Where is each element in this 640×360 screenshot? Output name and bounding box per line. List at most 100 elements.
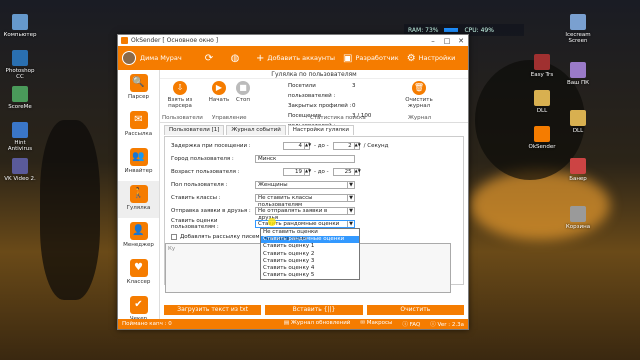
- main-panel: Гулялка по пользователям ⇩ Взять из парс…: [160, 70, 468, 319]
- desktop-icon[interactable]: Ваш ПК: [560, 62, 596, 86]
- spinner-arrows-icon[interactable]: ▲▼: [305, 141, 311, 150]
- spinner-arrows-icon[interactable]: ▲▼: [305, 167, 311, 176]
- desktop-icon-label: Ваш ПК: [567, 80, 589, 86]
- desktop-app-icon: [534, 90, 550, 106]
- add-accounts-label: Добавить аккаунты: [267, 54, 336, 62]
- dropdown-option[interactable]: Ставить оценку 2: [261, 251, 359, 258]
- age-to-spinner[interactable]: 25 ▲▼: [332, 167, 361, 176]
- dropdown-option[interactable]: Ставить оценку 4: [261, 265, 359, 272]
- tab[interactable]: Журнал событий: [226, 125, 286, 135]
- delay-to-spinner[interactable]: 2 ▲▼: [332, 141, 361, 150]
- desktop-icon[interactable]: DLL: [560, 110, 596, 134]
- macros-link[interactable]: ✉ Макросы: [360, 320, 392, 328]
- desktop-app-icon: [12, 122, 28, 138]
- dropdown-option[interactable]: Ставить оценку 1: [261, 243, 359, 250]
- desktop-icon[interactable]: Корзина: [560, 206, 596, 230]
- maximize-icon[interactable]: □: [440, 37, 454, 45]
- sidebar-item[interactable]: 👥 Инвайтер: [118, 144, 159, 181]
- clear-journal-label: Очистить журнал: [405, 97, 433, 109]
- stop-icon: ■: [236, 81, 250, 95]
- desktop-icon[interactable]: Icecream Screen: [560, 14, 596, 44]
- users-caption: Пользователи: [162, 115, 203, 121]
- desktop-icon[interactable]: ScoreMe: [2, 86, 38, 110]
- desktop-icon-label: OkSender: [528, 144, 556, 150]
- chevron-down-icon[interactable]: ▼: [347, 220, 354, 227]
- mailing-row: Добавлять рассылку писем пол: [171, 232, 272, 241]
- globe-icon[interactable]: ◍: [222, 53, 248, 64]
- desktop-icon[interactable]: VK Video 2.: [2, 158, 38, 182]
- settings-button[interactable]: ⚙ Настройки: [407, 53, 456, 64]
- clear-button[interactable]: Очистить: [366, 305, 464, 315]
- oksender-window: OkSender [ Основное окно ] – □ ✕ Дима Му…: [117, 34, 469, 330]
- delay-to-value[interactable]: 2: [332, 141, 355, 150]
- sidebar-item[interactable]: ✉ Рассылка: [118, 107, 159, 144]
- faq-link[interactable]: ⓘ FAQ: [402, 320, 420, 328]
- classes-select[interactable]: Не ставить классы пользователям ▼: [255, 193, 355, 208]
- minimize-icon[interactable]: –: [426, 37, 440, 45]
- desktop-app-icon: [12, 14, 28, 30]
- version-text: Ver : 2.3a: [437, 322, 464, 328]
- developer-button[interactable]: ▣ Разработчик: [343, 53, 399, 64]
- range-separator: - до -: [314, 168, 329, 175]
- age-from-value[interactable]: 19: [283, 167, 305, 176]
- refresh-icon[interactable]: ⟳: [196, 53, 222, 64]
- sidebar-item[interactable]: 🚶 Гулялка: [118, 181, 159, 218]
- desktop-icon[interactable]: Hint Antivirus: [2, 122, 38, 152]
- desktop-icon[interactable]: Easy Trs: [524, 54, 560, 78]
- desktop-icon[interactable]: OkSender: [524, 126, 560, 150]
- sidebar-icon: 👤: [129, 222, 148, 240]
- dropdown-option[interactable]: Не ставить оценки пользователям: [261, 229, 359, 242]
- user-profile[interactable]: Дима Мурач: [118, 51, 196, 65]
- plus-icon: +: [256, 52, 265, 64]
- take-from-parser-label: Взять из парсера: [167, 97, 193, 109]
- desktop-icon-label: Корзина: [565, 224, 591, 230]
- desktop-icon[interactable]: Банер: [560, 158, 596, 182]
- chevron-down-icon[interactable]: ▼: [347, 181, 354, 188]
- dropdown-option[interactable]: Ставить рандомные оценки: [261, 236, 359, 244]
- ram-bar: [444, 28, 459, 32]
- spinner-arrows-icon[interactable]: ▲▼: [354, 141, 361, 150]
- dropdown-option[interactable]: Ставить оценку 5: [261, 272, 359, 279]
- stop-button[interactable]: ■ Стоп: [232, 81, 254, 103]
- add-accounts-button[interactable]: + Добавить аккаунты: [256, 53, 335, 64]
- chevron-down-icon[interactable]: ▼: [347, 194, 354, 201]
- friends-label: Отправка заявки в друзья :: [171, 207, 251, 214]
- friends-select[interactable]: Не отправлять заявки в друзья ▼: [255, 206, 355, 221]
- tab[interactable]: Настройки гулялки: [287, 125, 354, 135]
- sidebar-item[interactable]: 🔍 Парсер: [118, 70, 159, 107]
- mailing-checkbox[interactable]: [171, 233, 177, 240]
- close-icon[interactable]: ✕: [454, 37, 468, 45]
- chevron-down-icon[interactable]: ▼: [347, 207, 354, 214]
- start-button[interactable]: ▶ Начать: [208, 81, 230, 103]
- desktop-icon-label: Photoshop CC: [5, 68, 35, 80]
- clear-journal-button[interactable]: 🗑 Очистить журнал: [404, 81, 434, 109]
- stats-caption: Статистика поиска: [310, 115, 366, 121]
- desktop-icon[interactable]: Photoshop CC: [2, 50, 38, 80]
- take-from-parser-button[interactable]: ⇩ Взять из парсера: [164, 81, 196, 109]
- tab[interactable]: Пользователи [1]: [164, 125, 225, 135]
- settings-label: Настройки: [418, 54, 456, 62]
- load-txt-button[interactable]: Загрузить текст из txt: [164, 305, 262, 315]
- city-input[interactable]: Минск: [255, 154, 355, 163]
- sidebar-item[interactable]: 👤 Менеджер: [118, 218, 159, 255]
- gear-icon: ⚙: [406, 52, 416, 64]
- dropdown-option[interactable]: Ставить оценку 3: [261, 258, 359, 265]
- desktop-app-icon: [570, 206, 586, 222]
- age-from-spinner[interactable]: 19 ▲▼: [283, 167, 311, 176]
- updates-link[interactable]: ▤ Журнал обновлений: [284, 320, 350, 328]
- status-bar: Поймано капч : 0 ▤ Журнал обновлений ✉ М…: [118, 319, 468, 329]
- desktop-icon[interactable]: Компьютер: [2, 14, 38, 38]
- delay-label: Задержка при посещении :: [171, 142, 251, 149]
- desktop-app-icon: [12, 158, 28, 174]
- desktop-icon-label: ScoreMe: [8, 104, 32, 110]
- insert-button[interactable]: Вставить {||}: [265, 305, 363, 315]
- sidebar-icon: ✉: [129, 111, 148, 129]
- spinner-arrows-icon[interactable]: ▲▼: [354, 167, 361, 176]
- age-to-value[interactable]: 25: [332, 167, 355, 176]
- sex-select[interactable]: Женщины ▼: [255, 180, 355, 189]
- delay-from-spinner[interactable]: 4 ▲▼: [283, 141, 311, 150]
- desktop-icon[interactable]: DLL: [524, 90, 560, 114]
- delay-from-value[interactable]: 4: [283, 141, 305, 150]
- sidebar-item[interactable]: ♥ Классер: [118, 255, 159, 292]
- sex-label: Пол пользователя :: [171, 181, 228, 188]
